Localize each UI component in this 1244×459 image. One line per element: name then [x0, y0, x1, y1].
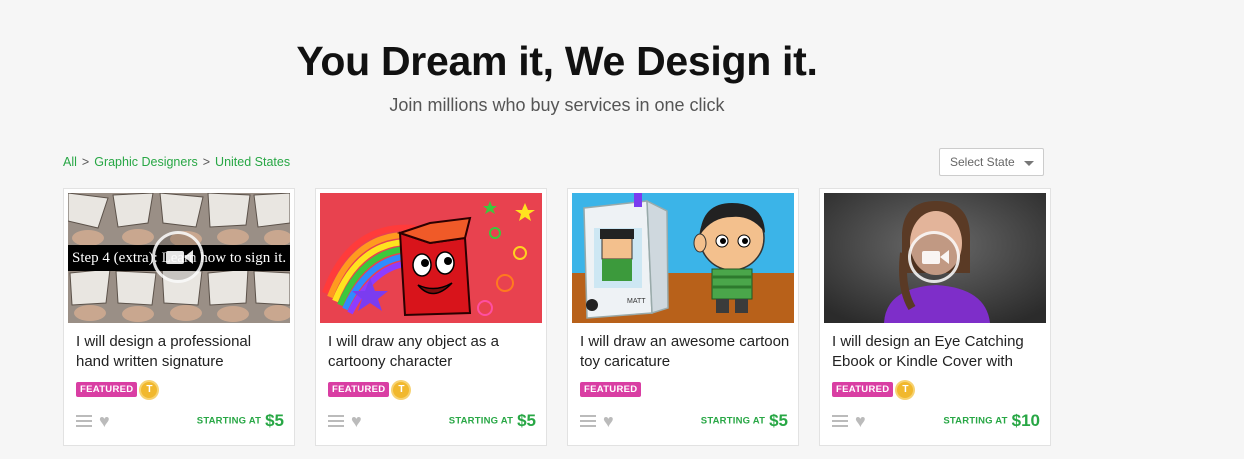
gig-thumbnail[interactable]: Step 4 (extra): Learn how to sign it.	[68, 193, 290, 323]
menu-icon[interactable]	[580, 415, 596, 427]
starting-at-label: STARTING AT	[196, 415, 262, 427]
breadcrumb-graphic-designers[interactable]: Graphic Designers	[94, 155, 198, 169]
heart-icon[interactable]: ♥	[603, 412, 614, 430]
gig-thumbnail[interactable]: MATT	[572, 193, 794, 323]
breadcrumb-separator: >	[202, 155, 211, 169]
featured-badge: FEATURED	[832, 382, 894, 398]
featured-badge: FEATURED	[76, 382, 138, 398]
video-camera-icon[interactable]	[152, 231, 204, 283]
menu-icon[interactable]	[328, 415, 344, 427]
heart-icon[interactable]: ♥	[351, 412, 362, 430]
gig-price: $10	[1011, 411, 1040, 430]
gig-card[interactable]: MATT I will draw an awesome cartoon toy …	[567, 188, 799, 446]
heart-icon[interactable]: ♥	[99, 412, 110, 430]
badge-row: FEATURED T	[328, 381, 410, 399]
top-rated-badge-icon: T	[393, 381, 410, 398]
featured-badge: FEATURED	[580, 382, 642, 398]
gig-card[interactable]: Step 4 (extra): Learn how to sign it. I …	[63, 188, 295, 446]
starting-at-label: STARTING AT	[700, 415, 766, 427]
breadcrumb: All > Graphic Designers > United States	[63, 155, 290, 169]
gig-title[interactable]: I will draw an awesome cartoon toy caric…	[580, 332, 790, 372]
state-select[interactable]: Select State	[939, 148, 1044, 176]
caret-down-icon	[1024, 161, 1034, 166]
video-camera-icon[interactable]	[908, 231, 960, 283]
heart-icon[interactable]: ♥	[855, 412, 866, 430]
state-select-value: Select State	[950, 155, 1015, 169]
gig-price: $5	[769, 411, 788, 430]
featured-badge: FEATURED	[328, 382, 390, 398]
breadcrumb-united-states[interactable]: United States	[215, 155, 290, 169]
price-block: STARTING AT $5	[197, 411, 284, 431]
price-block: STARTING AT $5	[701, 411, 788, 431]
gig-price: $5	[517, 411, 536, 430]
gig-title[interactable]: I will draw any object as a cartoony cha…	[328, 332, 538, 372]
top-rated-badge-icon: T	[141, 381, 158, 398]
price-block: STARTING AT $10	[943, 411, 1040, 431]
badge-row: FEATURED T	[832, 381, 914, 399]
menu-icon[interactable]	[832, 415, 848, 427]
page-title: You Dream it, We Design it.	[296, 38, 818, 84]
gig-thumbnail[interactable]	[320, 193, 542, 323]
gig-thumbnail[interactable]	[824, 193, 1046, 323]
gig-card[interactable]: I will draw any object as a cartoony cha…	[315, 188, 547, 446]
menu-icon[interactable]	[76, 415, 92, 427]
gig-card[interactable]: I will design an Eye Catching Ebook or K…	[819, 188, 1051, 446]
gig-price: $5	[265, 411, 284, 430]
breadcrumb-all[interactable]: All	[63, 155, 77, 169]
toy-caricature-thumbnail-image: MATT	[572, 193, 794, 323]
starting-at-label: STARTING AT	[943, 415, 1008, 427]
cartoon-box-thumbnail-image	[320, 193, 542, 323]
starting-at-label: STARTING AT	[448, 415, 514, 427]
breadcrumb-separator: >	[81, 155, 90, 169]
gig-title[interactable]: I will design an Eye Catching Ebook or K…	[832, 332, 1042, 372]
top-rated-badge-icon: T	[897, 381, 914, 398]
badge-row: FEATURED T	[76, 381, 158, 399]
page-subtitle: Join millions who buy services in one cl…	[389, 95, 725, 115]
toy-box-name: MATT	[627, 298, 646, 305]
price-block: STARTING AT $5	[449, 411, 536, 431]
gig-title[interactable]: I will design a professional hand writte…	[76, 332, 286, 372]
badge-row: FEATURED	[580, 381, 642, 399]
